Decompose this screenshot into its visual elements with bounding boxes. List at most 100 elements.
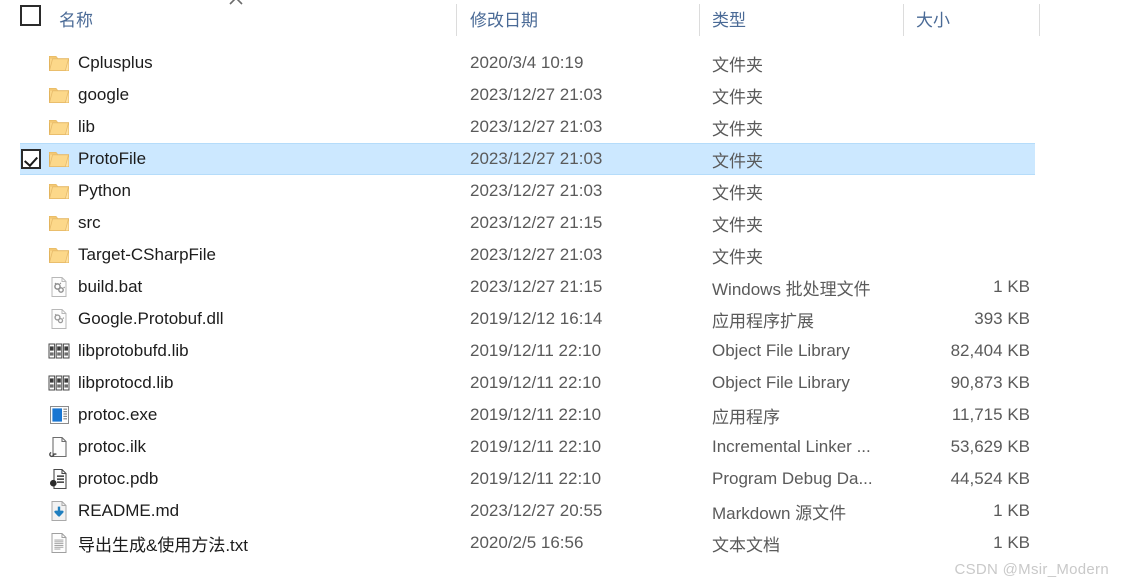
file-size: 90,873 KB xyxy=(950,373,1030,392)
row-checkbox-cell[interactable] xyxy=(20,431,42,463)
file-name[interactable]: protoc.ilk xyxy=(78,431,458,463)
column-divider-date-type[interactable] xyxy=(699,4,700,36)
application-icon xyxy=(47,399,71,431)
file-row[interactable]: Cplusplus 2020/3/4 10:19 文件夹 xyxy=(0,47,1121,79)
file-type: Object File Library xyxy=(712,341,850,360)
markdown-file-icon xyxy=(47,495,71,527)
file-size: 1 KB xyxy=(993,501,1030,520)
file-size: 393 KB xyxy=(974,309,1030,328)
row-checkbox-cell[interactable] xyxy=(20,335,42,367)
row-checkbox-cell[interactable] xyxy=(20,495,42,527)
file-date-modified: 2023/12/27 21:03 xyxy=(470,181,603,200)
watermark: CSDN @Msir_Modern xyxy=(954,561,1109,578)
folder-icon xyxy=(47,79,71,111)
file-row[interactable]: protoc.exe 2019/12/11 22:10 应用程序 11,715 KB xyxy=(0,399,1121,431)
file-size xyxy=(900,207,1030,239)
column-header-size-label: 大小 xyxy=(916,10,950,30)
folder-icon xyxy=(47,175,71,207)
file-row[interactable]: google 2023/12/27 21:03 文件夹 xyxy=(0,79,1121,111)
column-header-name[interactable]: 名称 xyxy=(20,0,450,36)
row-checkbox-cell[interactable] xyxy=(20,463,42,495)
file-name[interactable]: lib xyxy=(78,111,458,143)
column-header-date[interactable]: 修改日期 xyxy=(470,0,700,36)
library-file-icon xyxy=(47,367,71,399)
column-header-name-label: 名称 xyxy=(59,10,93,30)
file-name[interactable]: README.md xyxy=(78,495,458,527)
file-date-modified: 2019/12/11 22:10 xyxy=(470,469,602,488)
file-row[interactable]: Python 2023/12/27 21:03 文件夹 xyxy=(0,175,1121,207)
file-date-modified: 2023/12/27 21:03 xyxy=(470,245,603,264)
file-name[interactable]: protoc.exe xyxy=(78,399,458,431)
file-row[interactable]: libprotobufd.lib 2019/12/11 22:10 Object F… xyxy=(0,335,1121,367)
file-name[interactable]: Target-CSharpFile xyxy=(78,239,458,271)
row-checkbox-cell[interactable] xyxy=(20,79,42,111)
file-row[interactable]: README.md 2023/12/27 20:55 Markdown 源文件 1 K… xyxy=(0,495,1121,527)
file-row[interactable]: 导出生成&使用方法.txt 2020/2/5 16:56 文本文档 1 KB xyxy=(0,527,1121,559)
row-checkbox-cell[interactable] xyxy=(20,367,42,399)
file-name[interactable]: Google.Protobuf.dll xyxy=(78,303,458,335)
file-date-modified: 2020/2/5 16:56 xyxy=(470,533,584,552)
row-checkbox-cell[interactable] xyxy=(20,47,42,79)
file-row[interactable]: build.bat 2023/12/27 21:15 Windows 批处理文件 1 … xyxy=(0,271,1121,303)
row-checkbox-cell[interactable] xyxy=(20,143,42,175)
file-size xyxy=(900,143,1030,175)
row-checkbox-cell[interactable] xyxy=(20,207,42,239)
column-divider-size-end[interactable] xyxy=(1039,4,1040,36)
row-checkbox-cell[interactable] xyxy=(20,399,42,431)
file-type: 文件夹 xyxy=(712,215,763,235)
file-row[interactable]: Google.Protobuf.dll 2019/12/12 16:14 应用程序扩… xyxy=(0,303,1121,335)
file-name[interactable]: google xyxy=(78,79,458,111)
pdb-file-icon xyxy=(47,463,71,495)
file-list[interactable]: Cplusplus 2020/3/4 10:19 文件夹 google 2023/12/… xyxy=(0,47,1121,559)
file-date-modified: 2019/12/11 22:10 xyxy=(470,437,602,456)
file-row[interactable]: libprotocd.lib 2019/12/11 22:10 Object Fil… xyxy=(0,367,1121,399)
row-checkbox-cell[interactable] xyxy=(20,271,42,303)
column-header-row: 名称 修改日期 类型 大小 xyxy=(0,0,1121,36)
folder-icon xyxy=(47,111,71,143)
row-checkbox-cell[interactable] xyxy=(20,175,42,207)
column-divider-name-date[interactable] xyxy=(456,4,457,36)
file-name[interactable]: src xyxy=(78,207,458,239)
file-name[interactable]: ProtoFile xyxy=(78,143,458,175)
column-header-type[interactable]: 类型 xyxy=(712,0,902,36)
file-size xyxy=(900,239,1030,271)
file-date-modified: 2023/12/27 21:03 xyxy=(470,149,603,168)
file-row[interactable]: protoc.pdb 2019/12/11 22:10 Program Debug … xyxy=(0,463,1121,495)
file-size xyxy=(900,175,1030,207)
column-header-size[interactable]: 大小 xyxy=(916,0,1036,36)
folder-icon xyxy=(47,239,71,271)
column-header-type-label: 类型 xyxy=(712,10,746,30)
row-checkbox-cell[interactable] xyxy=(20,111,42,143)
file-date-modified: 2023/12/27 21:03 xyxy=(470,117,603,136)
file-date-modified: 2023/12/27 21:15 xyxy=(470,277,603,296)
file-name[interactable]: 导出生成&使用方法.txt xyxy=(78,527,458,559)
row-checkbox-cell[interactable] xyxy=(20,303,42,335)
file-size: 44,524 KB xyxy=(950,469,1030,488)
file-name[interactable]: libprotobufd.lib xyxy=(78,335,458,367)
file-type: 文件夹 xyxy=(712,183,763,203)
file-row[interactable]: protoc.ilk 2019/12/11 22:10 Incremental Li… xyxy=(0,431,1121,463)
file-type: 文件夹 xyxy=(712,87,763,107)
file-row[interactable]: lib 2023/12/27 21:03 文件夹 xyxy=(0,111,1121,143)
file-name[interactable]: Cplusplus xyxy=(78,47,458,79)
file-size xyxy=(900,79,1030,111)
file-name[interactable]: libprotocd.lib xyxy=(78,367,458,399)
file-date-modified: 2023/12/27 21:15 xyxy=(470,213,603,232)
file-row[interactable]: Target-CSharpFile 2023/12/27 21:03 文件夹 xyxy=(0,239,1121,271)
ilk-file-icon xyxy=(47,431,71,463)
file-row[interactable]: ProtoFile 2023/12/27 21:03 文件夹 xyxy=(0,143,1121,175)
folder-icon xyxy=(47,47,71,79)
file-date-modified: 2023/12/27 21:03 xyxy=(470,85,603,104)
file-name[interactable]: build.bat xyxy=(78,271,458,303)
file-name[interactable]: Python xyxy=(78,175,458,207)
row-checkbox-checked[interactable] xyxy=(21,149,41,169)
file-name[interactable]: protoc.pdb xyxy=(78,463,458,495)
file-date-modified: 2019/12/11 22:10 xyxy=(470,405,602,424)
row-checkbox-cell[interactable] xyxy=(20,239,42,271)
file-type: Object File Library xyxy=(712,373,850,392)
column-divider-type-size[interactable] xyxy=(903,4,904,36)
row-checkbox-cell[interactable] xyxy=(20,527,42,559)
file-size xyxy=(900,111,1030,143)
file-date-modified: 2019/12/11 22:10 xyxy=(470,341,602,360)
file-row[interactable]: src 2023/12/27 21:15 文件夹 xyxy=(0,207,1121,239)
